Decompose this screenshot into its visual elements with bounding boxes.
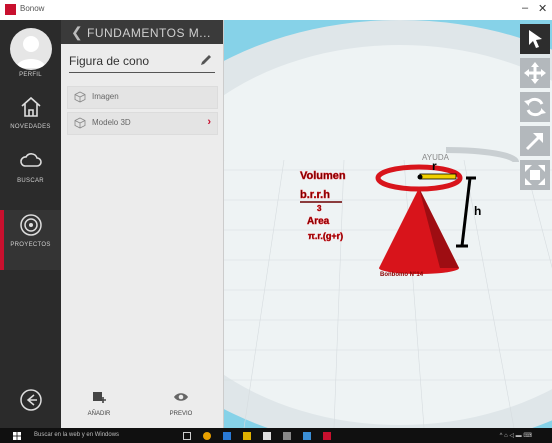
logout-icon[interactable] [19, 388, 43, 412]
eye-icon [174, 393, 188, 401]
user-avatar-icon [16, 36, 46, 68]
home-icon[interactable] [19, 95, 43, 119]
panel-header: ❮ FUNDAMENTOS M... [61, 20, 223, 44]
formula-area-expression: π.r.(g+r) [308, 231, 343, 241]
edge-icon[interactable] [223, 432, 231, 440]
scale-tool-button[interactable] [520, 126, 550, 156]
minimize-button[interactable]: – [522, 2, 528, 14]
add-button[interactable]: AÑADIR [79, 390, 119, 417]
rotate-tool-button[interactable] [520, 92, 550, 122]
move-arrows-icon [524, 62, 546, 84]
design-panel: ❮ FUNDAMENTOS M... Figura de cono Imagen… [61, 20, 224, 428]
close-button[interactable]: ✕ [538, 2, 547, 15]
taskbar-search[interactable]: Buscar en la web y en Windows [34, 432, 119, 438]
app-icon[interactable] [283, 432, 291, 440]
rotate-icon [524, 97, 546, 117]
formula-volume-denominator: 3 [317, 204, 322, 213]
add-layer-icon [93, 392, 106, 403]
nav-item-search[interactable]: BUSCAR [0, 178, 61, 184]
panel-title: FUNDAMENTOS M... [87, 26, 211, 40]
design-name-text: Figura de cono [69, 54, 150, 68]
nav-active-indicator [0, 210, 4, 270]
back-chevron-icon[interactable]: ❮ [71, 24, 83, 41]
cube-icon [74, 117, 86, 129]
pencil-icon[interactable] [199, 53, 213, 67]
cube-icon [74, 91, 86, 103]
diagonal-arrow-icon [525, 133, 543, 151]
os-taskbar: Buscar en la web y en Windows ^ ⌂ ◁ ▬ ⌨ [0, 428, 552, 443]
windows-start-icon[interactable] [13, 432, 21, 440]
list-item-image[interactable]: Imagen [67, 86, 218, 109]
avatar[interactable] [10, 28, 52, 70]
window-titlebar: Bonow – ✕ [0, 0, 552, 21]
nav-item-profile[interactable]: PERFIL [0, 72, 61, 78]
frame-tool-button[interactable] [520, 160, 550, 190]
height-label: h [474, 204, 481, 218]
nav-item-news[interactable]: NOVEDADES [0, 124, 61, 130]
chevron-right-icon: › [207, 116, 211, 128]
nav-item-projects[interactable]: PROYECTOS [0, 242, 61, 248]
task-view-icon[interactable] [183, 432, 191, 440]
cloud-icon[interactable] [19, 148, 43, 172]
app-logo-icon [5, 4, 16, 15]
formula-volume-title: Volumen [300, 170, 346, 182]
file-explorer-icon[interactable] [243, 432, 251, 440]
model-base-label: Bonbomo N°14 [380, 272, 424, 278]
3d-viewport[interactable]: AYUDA r h Volumen b.r.r.h 3 Area π.r.(g+… [224, 20, 552, 428]
formula-area-title: Area [307, 216, 330, 227]
fit-frame-icon [525, 165, 545, 185]
move-tool-button[interactable] [520, 58, 550, 88]
store-icon[interactable] [263, 432, 271, 440]
design-name-field[interactable]: Figura de cono [69, 52, 215, 73]
cursor-arrow-icon [529, 30, 542, 48]
list-item-label: Imagen [92, 92, 119, 101]
list-item-label: Modelo 3D [92, 118, 131, 127]
projects-icon[interactable] [19, 213, 43, 237]
radius-label: r [432, 159, 437, 173]
list-item-3d-model[interactable]: Modelo 3D › [67, 112, 218, 135]
chrome-icon[interactable] [203, 432, 211, 440]
main-navigation: PERFIL NOVEDADES BUSCAR PROYECTOS [0, 20, 61, 428]
tinkercad-taskbar-icon[interactable] [323, 432, 331, 440]
preview-button-label: PREVIO [169, 411, 193, 417]
system-tray: ^ ⌂ ◁ ▬ ⌨ [499, 433, 532, 439]
app-icon[interactable] [303, 432, 311, 440]
3d-scene[interactable]: AYUDA r h Volumen b.r.r.h 3 Area π.r.(g+… [224, 20, 552, 428]
select-tool-button[interactable] [520, 24, 550, 54]
formula-volume-numerator: b.r.r.h [300, 189, 330, 201]
add-button-label: AÑADIR [87, 411, 111, 417]
window-title: Bonow [20, 4, 45, 13]
preview-button[interactable]: PREVIO [161, 390, 201, 417]
